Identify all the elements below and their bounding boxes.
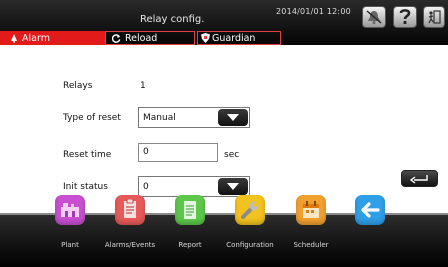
tab-guardian[interactable]: Guardian — [197, 31, 281, 45]
tab-alarm-label: Alarm — [22, 32, 50, 44]
chevron-down-icon — [227, 114, 239, 121]
chevron-down-icon — [227, 183, 239, 190]
reset-time-label: Reset time — [63, 150, 112, 160]
alarms-events-icon — [115, 195, 145, 225]
wrench-icon — [235, 195, 265, 225]
nav-item-alarms-events[interactable]: Alarms/Events — [100, 195, 160, 267]
page-title: Relay config. — [140, 14, 205, 25]
alarm-bell-icon — [10, 33, 18, 43]
dropdown-arrow-button[interactable] — [218, 109, 248, 126]
alarm-bell-button[interactable] — [362, 6, 386, 28]
reset-time-input[interactable]: 0 — [138, 143, 218, 162]
scheduler-icon — [296, 195, 326, 225]
type-of-reset-select[interactable]: Manual — [138, 107, 250, 128]
plant-icon — [55, 195, 85, 225]
tab-reload-label: Reload — [125, 32, 158, 44]
nav-item-report[interactable]: Report — [160, 195, 220, 267]
type-of-reset-label: Type of reset — [63, 113, 121, 123]
help-button[interactable] — [393, 6, 417, 28]
back-arrow-icon — [355, 195, 385, 225]
exit-door-icon — [428, 10, 441, 24]
enter-button[interactable] — [401, 170, 438, 187]
reset-time-unit: sec — [224, 150, 240, 160]
question-mark-icon — [399, 9, 411, 24]
enter-return-icon — [409, 174, 428, 184]
alarm-bell-crossed-icon — [366, 10, 382, 24]
nav-label-scheduler: Scheduler — [293, 241, 329, 249]
nav-item-scheduler[interactable]: Scheduler — [281, 195, 341, 267]
relays-label: Relays — [63, 81, 93, 91]
tab-reload[interactable]: Reload — [105, 31, 195, 45]
report-icon — [175, 195, 205, 225]
type-of-reset-value: Manual — [143, 113, 176, 123]
tab-guardian-label: Guardian — [212, 32, 256, 44]
init-status-value: 0 — [143, 182, 149, 192]
nav-item-plant[interactable]: Plant — [40, 195, 100, 267]
logout-button[interactable] — [423, 6, 445, 28]
init-status-label: Init status — [63, 182, 108, 192]
shield-icon — [201, 33, 210, 43]
bottom-navigation-bar: Plant Alarms/Events Report Configuration… — [0, 195, 448, 267]
header-bar: Relay config. 2014/01/01 12:00 Alarm Rel — [0, 0, 448, 45]
relays-value: 1 — [140, 81, 146, 91]
dropdown-arrow-button[interactable] — [218, 178, 248, 195]
nav-item-back[interactable] — [340, 195, 400, 267]
init-status-select[interactable]: 0 — [138, 176, 250, 197]
datetime-display: 2014/01/01 12:00 — [276, 7, 351, 16]
nav-item-configuration[interactable]: Configuration — [220, 195, 280, 267]
reload-icon — [112, 33, 121, 43]
tab-alarm[interactable]: Alarm — [0, 31, 105, 45]
